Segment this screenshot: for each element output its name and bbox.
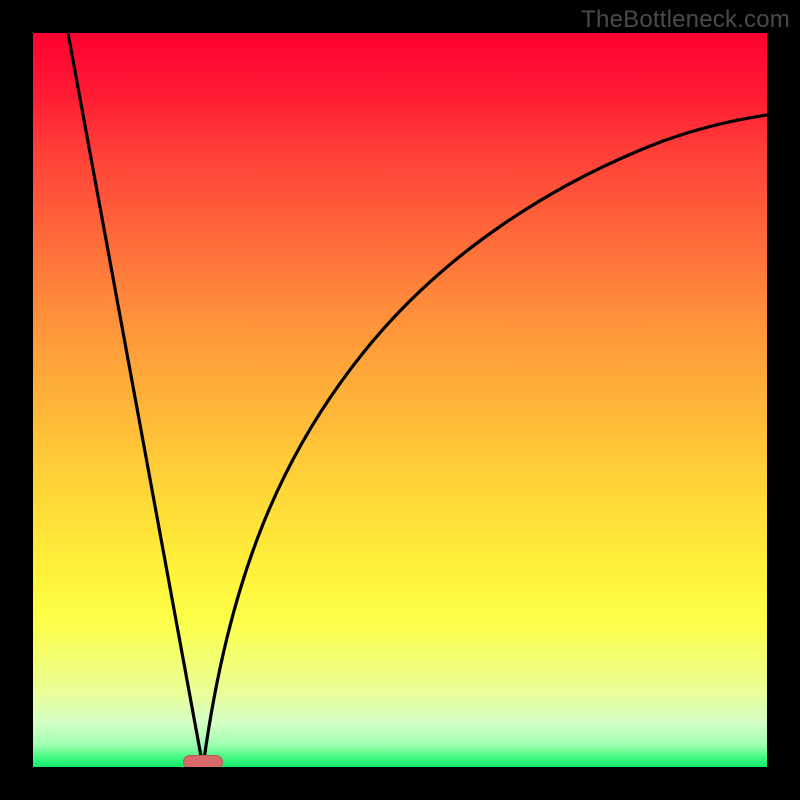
curve-right-branch [203,115,767,767]
watermark-label: TheBottleneck.com [581,6,790,34]
plot-area [33,33,767,767]
chart-frame: TheBottleneck.com [0,0,800,800]
curve-left-branch [68,33,203,767]
bottleneck-marker [183,755,223,767]
bottleneck-curve [33,33,767,767]
